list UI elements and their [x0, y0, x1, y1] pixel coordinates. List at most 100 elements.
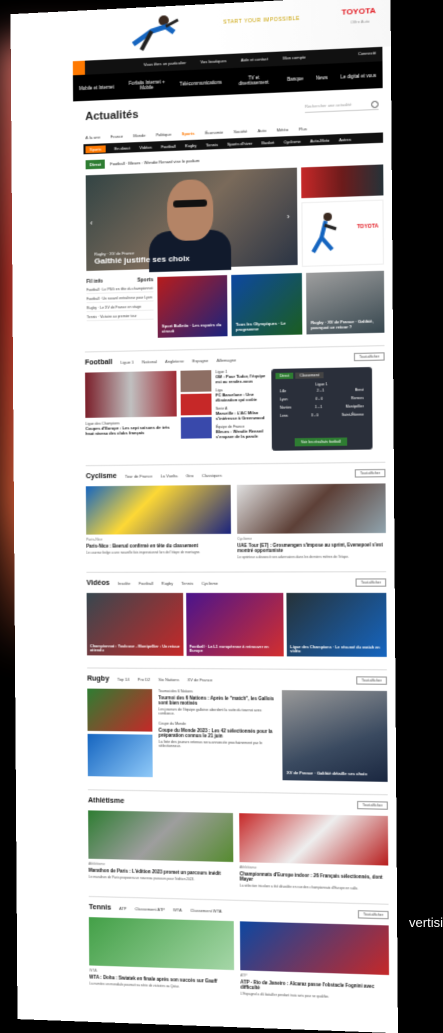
- results-button[interactable]: Voir les résultats football: [294, 437, 348, 447]
- article-tile[interactable]: Sport Bulletin · Les espoirs du circuit: [157, 275, 228, 338]
- rugby-feature[interactable]: XV de France · Galthié détaille ses choi…: [281, 690, 388, 782]
- section-link[interactable]: Espagne: [192, 357, 208, 362]
- menu-item[interactable]: Le digital et vous: [341, 72, 377, 79]
- toyota-logo[interactable]: TOYOTA: [341, 6, 375, 17]
- news-title[interactable]: Marseille : L'AC Milan s'intéresse à Gre…: [216, 410, 268, 421]
- nav-item[interactable]: Politique: [156, 132, 172, 138]
- nav-item[interactable]: Monde: [133, 133, 145, 139]
- player-thumb[interactable]: [180, 393, 212, 416]
- section-link[interactable]: Tennis: [181, 580, 193, 585]
- sports-nav-item[interactable]: Autres: [339, 136, 351, 142]
- section-link[interactable]: WTA: [173, 907, 182, 912]
- video-card[interactable]: Championnat : Toulouse - Montpellier : U…: [86, 592, 184, 656]
- article-card[interactable]: Paris-Nice Paris-Nice : Beerud confirmé …: [85, 484, 231, 560]
- section-title[interactable]: Rugby: [87, 675, 109, 682]
- football-article[interactable]: Ligue des Champions Coupes d'Europe : Le…: [85, 421, 176, 436]
- nav-item[interactable]: France: [110, 134, 123, 140]
- section-title[interactable]: Football: [85, 358, 113, 366]
- article-card[interactable]: Cyclisme UAE Tour (E7) : Grosmengen s'im…: [236, 483, 386, 559]
- user-account[interactable]: Connecté: [358, 50, 376, 56]
- search-icon[interactable]: [371, 100, 379, 108]
- sports-nav-item[interactable]: Football: [161, 143, 176, 149]
- menu-item[interactable]: News: [316, 75, 328, 81]
- article-card[interactable]: Athlétisme Championnats d'Europe indoor …: [239, 813, 389, 891]
- section-title[interactable]: Vidéos: [86, 579, 109, 586]
- match-row[interactable]: Lens 3 - 0 Saint-Étienne: [272, 410, 373, 420]
- news-title[interactable]: Bleues : Wendie Renard s'empare de la pa…: [216, 428, 268, 439]
- article-card[interactable]: ATP ATP · Rio de Janeiro : Alcaraz passe…: [239, 921, 390, 1001]
- section-link[interactable]: XV de France: [187, 677, 212, 682]
- section-link[interactable]: Ligue 1: [121, 359, 134, 364]
- news-title[interactable]: FC Barcelone : Une élimination qui coûte: [216, 392, 268, 403]
- menu-item[interactable]: TV et divertissement: [233, 74, 275, 86]
- section-link[interactable]: ATP: [119, 905, 127, 910]
- section-link[interactable]: Classement WTA: [190, 907, 222, 913]
- orange-logo[interactable]: [72, 60, 85, 76]
- side-thumbnail[interactable]: [301, 164, 384, 199]
- chevron-right-icon[interactable]: ›: [287, 212, 295, 221]
- article-card[interactable]: Athlétisme Marathon de Paris : L'édition…: [88, 810, 234, 887]
- topbar-item[interactable]: Mon compte: [283, 54, 306, 60]
- sports-nav-item-active[interactable]: Sports: [85, 144, 106, 153]
- topbar-item[interactable]: Vos boutiques: [200, 58, 226, 64]
- section-link[interactable]: Top 14: [117, 676, 129, 681]
- sports-nav-item[interactable]: Sports d'hiver: [227, 140, 252, 146]
- article-image[interactable]: [87, 688, 153, 732]
- show-all-button[interactable]: Tout afficher: [355, 578, 387, 587]
- football-image[interactable]: [85, 370, 177, 418]
- sports-nav-item[interactable]: Tennis: [206, 142, 218, 148]
- section-link[interactable]: Pro D2: [138, 676, 151, 681]
- video-card[interactable]: Ligue des Champions · Le résumé du match…: [286, 592, 387, 657]
- menu-item[interactable]: Télécommunications: [179, 79, 221, 86]
- article-title[interactable]: Coupe du Monde 2023 : Les 42 sélectionné…: [158, 728, 276, 740]
- tab-classement[interactable]: Classement: [295, 372, 324, 379]
- feed-item[interactable]: Football · Un nouvel entraîneur pour Lyo…: [86, 295, 154, 304]
- menu-item[interactable]: Banque: [287, 76, 303, 82]
- feed-filter[interactable]: Sports: [137, 277, 153, 284]
- news-title[interactable]: OM : Pour Tudor, l'équipe est au rendez-…: [215, 373, 267, 384]
- hero-article[interactable]: ‹ › Rugby · XV de France Galthié justifi…: [85, 167, 298, 273]
- sports-nav-item[interactable]: Rugby: [185, 142, 197, 148]
- section-link[interactable]: Six Nations: [158, 677, 179, 682]
- article-card[interactable]: WTA WTA : Doha : Swiatek en finale après…: [88, 917, 235, 995]
- nav-item[interactable]: Météo: [277, 127, 289, 133]
- sports-nav-item[interactable]: Basket: [262, 139, 275, 145]
- section-link[interactable]: Rugby: [161, 580, 173, 585]
- feed-item[interactable]: Football · Le PSG en tête du championnat: [86, 286, 154, 295]
- side-ad[interactable]: TOYOTA: [301, 199, 384, 267]
- show-all-button[interactable]: Tout afficher: [357, 800, 388, 810]
- section-link[interactable]: Classement ATP: [135, 906, 165, 912]
- section-title[interactable]: Tennis: [89, 904, 111, 912]
- nav-item[interactable]: Économie: [205, 130, 223, 136]
- tab-direct[interactable]: Direct: [275, 372, 294, 380]
- player-thumb[interactable]: [180, 370, 212, 393]
- sports-nav-item[interactable]: Vidéos: [139, 144, 151, 150]
- section-title[interactable]: Athlétisme: [88, 797, 124, 805]
- feed-item[interactable]: Tennis · Victoire au premier tour: [86, 313, 154, 322]
- section-link[interactable]: Insolite: [118, 580, 131, 585]
- nav-item[interactable]: Société: [233, 129, 247, 135]
- nav-item[interactable]: Auto: [258, 128, 267, 133]
- nav-item[interactable]: À la une: [85, 135, 100, 141]
- section-title[interactable]: Cyclisme: [86, 472, 117, 479]
- show-all-button[interactable]: Tout afficher: [357, 910, 389, 920]
- section-link[interactable]: National: [142, 359, 157, 364]
- feed-item[interactable]: Rugby · Le XV de France en stage: [86, 304, 154, 313]
- video-card[interactable]: Football · La L1 européenne à retrouver …: [185, 592, 285, 657]
- show-all-button[interactable]: Tout afficher: [353, 352, 385, 362]
- sports-nav-item[interactable]: Auto-Moto: [310, 137, 329, 143]
- section-link[interactable]: Giro: [186, 473, 194, 478]
- chevron-left-icon[interactable]: ‹: [90, 218, 98, 227]
- section-link[interactable]: Football: [139, 580, 154, 585]
- article-tile[interactable]: Tous les Olympiques · Le programme: [231, 273, 303, 337]
- search-input[interactable]: Rechercher une actualité: [304, 100, 379, 113]
- article-image[interactable]: [87, 733, 153, 778]
- show-all-button[interactable]: Tout afficher: [356, 676, 387, 685]
- sports-nav-item[interactable]: En direct: [114, 145, 130, 151]
- article-tile[interactable]: Rugby · XV de France · Galthié, pourquoi…: [306, 270, 385, 335]
- player-thumb[interactable]: [180, 416, 212, 439]
- topbar-item[interactable]: Vous êtes un particulier: [144, 60, 187, 67]
- section-link[interactable]: Allemagne: [217, 357, 237, 362]
- section-link[interactable]: Angleterre: [165, 358, 184, 363]
- nav-item-active[interactable]: Sports: [182, 131, 195, 137]
